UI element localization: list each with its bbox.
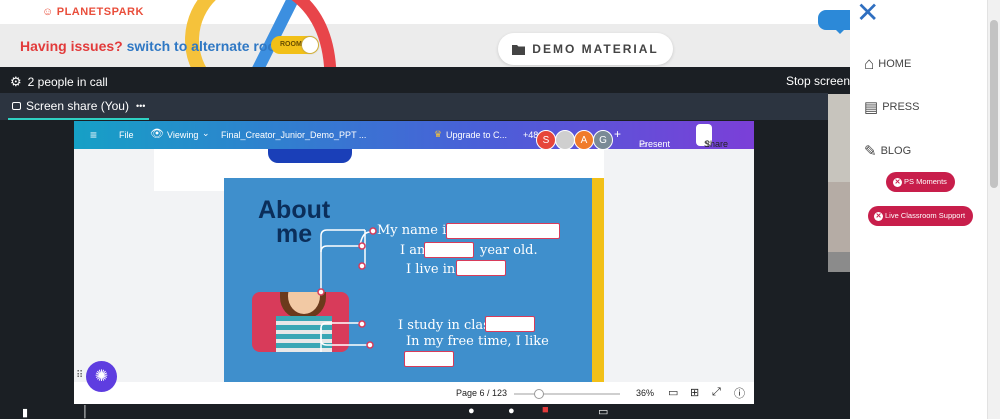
people-count: 2 people in call	[27, 75, 108, 89]
shared-screen: ≡ File 👁 Viewing ⌄ Final_Creator_Junior_…	[74, 121, 754, 419]
nav-blog[interactable]: ✎ BLOG	[864, 142, 911, 160]
participant-thumb-1[interactable]	[828, 94, 850, 184]
newspaper-icon: ▤	[864, 99, 879, 116]
gear-icon[interactable]: ⚙	[10, 74, 22, 90]
side-menu: ✕ ⌂ HOME ▤ PRESS ✎ BLOG ✕ PS Moments ✕ L…	[850, 0, 1000, 419]
nav-press[interactable]: ▤ PRESS	[864, 98, 919, 116]
ps-moments-button[interactable]: ✕ PS Moments	[886, 172, 955, 192]
chat-bubble-button[interactable]	[818, 10, 850, 34]
avatar-g[interactable]: G	[593, 130, 613, 150]
eye-icon: 👁	[150, 128, 164, 140]
canva-toolbar: ≡ File 👁 Viewing ⌄ Final_Creator_Junior_…	[74, 121, 754, 150]
nav-home-label: HOME	[878, 58, 912, 70]
participant-thumb-3[interactable]	[828, 252, 850, 272]
add-person-icon[interactable]: +	[614, 127, 621, 141]
grid-view-icon[interactable]: ⊞	[690, 386, 699, 399]
close-icon[interactable]: ✕	[856, 0, 879, 29]
blank-age	[424, 242, 474, 258]
avatar-photo[interactable]	[555, 130, 575, 150]
page-scrollbar[interactable]	[987, 0, 1000, 419]
people-in-call[interactable]: ⚙ 2 people in call	[10, 74, 108, 90]
document-title[interactable]: Final_Creator_Junior_Demo_PPT ...	[221, 130, 366, 140]
home-icon: ⌂	[864, 54, 875, 73]
camera-icon[interactable]: ▮	[22, 406, 28, 419]
mic-icon[interactable]: │	[82, 406, 89, 418]
zoom-slider[interactable]	[514, 389, 620, 399]
hamburger-menu-icon[interactable]: ≡	[90, 128, 97, 142]
participant-strip	[828, 94, 850, 419]
drag-handle-icon[interactable]: ⠿	[76, 370, 83, 381]
call-header: ⚙ 2 people in call Stop screen	[0, 67, 850, 93]
stop-screen-button[interactable]: Stop screen	[786, 74, 850, 88]
nav-blog-label: BLOG	[880, 145, 912, 157]
planetspark-logo[interactable]: ☺ PLANETSPARK	[42, 6, 144, 18]
slide-line-class: I study in class	[398, 318, 497, 333]
blank-live	[456, 260, 506, 276]
help-icon[interactable]: ⓘ	[734, 385, 745, 401]
file-menu[interactable]: File	[119, 130, 134, 140]
blank-free-time	[404, 351, 454, 367]
present-button[interactable]: ▭ Present	[631, 124, 670, 149]
page-indicator[interactable]: Page 6 / 123	[456, 388, 507, 398]
live-support-label: Live Classroom Support	[885, 211, 966, 220]
stop-share-icon[interactable]: ■	[542, 404, 549, 416]
fullscreen-icon[interactable]: ⤢	[712, 386, 721, 399]
slide-line-name: My name is	[377, 223, 453, 238]
current-slide: About me My name is I am year old. I liv…	[224, 178, 604, 382]
share-label: Share	[704, 139, 729, 149]
close-circle-icon: ✕	[893, 177, 902, 187]
slide-line-live: I live in	[406, 262, 456, 277]
more-options-icon[interactable]: •••	[136, 101, 145, 111]
zoom-level[interactable]: 36%	[636, 388, 654, 398]
chevron-down-icon: ⌄	[202, 128, 210, 138]
zoom-slider-knob[interactable]	[534, 389, 545, 399]
chat-icon[interactable]: ●	[508, 405, 515, 417]
layout-icon[interactable]: ▭	[598, 405, 608, 418]
crown-icon: ♛	[434, 129, 443, 139]
switch-room-link[interactable]: switch to alternate room	[127, 38, 289, 54]
slide-image-fragment	[268, 149, 352, 163]
live-support-button[interactable]: ✕ Live Classroom Support	[868, 206, 974, 226]
screen-share-label: Screen share (You)	[26, 98, 129, 113]
room-toggle[interactable]: ROOM	[271, 36, 319, 54]
ps-moments-label: PS Moments	[904, 177, 947, 186]
issues-banner: Having issues? switch to alternate room	[20, 38, 288, 54]
demo-material-button[interactable]: DEMO MATERIAL	[498, 33, 673, 65]
room-toggle-label: ROOM	[280, 41, 302, 48]
toggle-knob	[302, 37, 318, 53]
blank-class	[485, 316, 535, 332]
nav-press-label: PRESS	[882, 101, 920, 113]
screen-share-icon	[12, 101, 21, 110]
slide-line-free-time: In my free time, I like	[406, 334, 549, 349]
share-button[interactable]: ⇪ Share	[696, 124, 728, 149]
tab-bar: Screen share (You) •••	[0, 93, 828, 120]
nav-home[interactable]: ⌂ HOME	[864, 54, 911, 74]
call-controls: ▮ │ ● ● ■ ▭	[0, 404, 850, 419]
avatar-a[interactable]: A	[574, 130, 594, 150]
blank-name	[446, 223, 560, 239]
issues-text: Having issues?	[20, 38, 123, 54]
scrollbar-thumb[interactable]	[990, 20, 998, 188]
present-label: Present	[639, 139, 671, 149]
close-circle-icon: ✕	[874, 211, 883, 221]
notes-icon[interactable]: ▭	[668, 386, 678, 399]
slide-line-age-suffix: year old.	[480, 243, 538, 258]
person-icon[interactable]: ●	[468, 405, 475, 417]
magic-fab-button[interactable]: ✺	[86, 361, 117, 392]
tab-screen-share[interactable]: Screen share (You) •••	[8, 93, 150, 120]
viewing-dropdown[interactable]: Viewing	[167, 130, 198, 140]
demo-material-label: DEMO MATERIAL	[532, 42, 659, 56]
avatar-s[interactable]: S	[536, 130, 556, 150]
upgrade-button[interactable]: Upgrade to C...	[446, 130, 507, 140]
pencil-icon: ✎	[864, 143, 877, 160]
folder-icon	[512, 44, 526, 55]
